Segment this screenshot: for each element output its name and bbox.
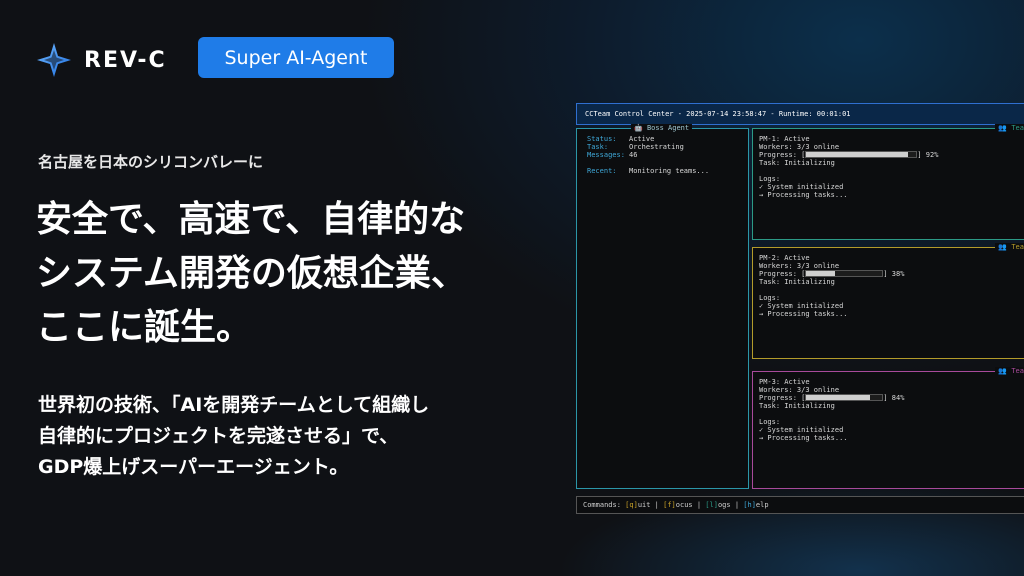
super-ai-agent-badge: Super AI-Agent — [198, 37, 394, 78]
help-text: elp — [755, 501, 769, 509]
team-panel-title: 👥 Tea — [995, 367, 1024, 376]
logs-label: Logs: — [759, 418, 781, 426]
headline-line: システム開発の仮想企業、 — [36, 253, 467, 294]
progress-fill — [806, 395, 871, 400]
focus-text: ocus — [675, 501, 693, 509]
task-status: Task: Initializing — [759, 402, 835, 410]
team-title: Tea — [1011, 124, 1024, 132]
team-panel-title: 👥 Tea — [995, 243, 1024, 252]
team-icon: 👥 — [998, 124, 1008, 132]
quit-key[interactable]: [q] — [625, 501, 638, 509]
progress-label: Progress: [ — [759, 151, 806, 159]
field-value: 46 — [629, 151, 638, 159]
logs-label: Logs: — [759, 175, 781, 183]
star-logo-icon — [37, 43, 71, 77]
robot-icon: 🤖 — [634, 124, 643, 132]
separator: | — [650, 501, 664, 509]
body-line: 世界初の技術、「AIを開発チームとして組織し — [38, 394, 430, 416]
boss-agent-panel-title: 🤖 Boss Agent — [631, 124, 693, 133]
brand-logo[interactable]: REV-C — [36, 42, 167, 78]
logs-text: ogs — [717, 501, 731, 509]
log-line: ✓ System initialized — [759, 426, 844, 434]
team-title: Tea — [1011, 243, 1024, 251]
separator: | — [692, 501, 706, 509]
headline: 安全で、高速で、自律的な システム開発の仮想企業、 ここに誕生。 — [36, 193, 536, 355]
commands-label: Commands: — [583, 501, 621, 509]
tagline: 名古屋を日本のシリコンバレーに — [38, 153, 264, 171]
progress-row: Progress: [ ] 92% — [759, 151, 938, 159]
separator: | — [730, 501, 744, 509]
focus-key[interactable]: [f] — [663, 501, 676, 509]
progress-bar — [805, 270, 884, 277]
log-line: → Processing tasks... — [759, 434, 848, 442]
team-panel-title: 👥 Tea — [995, 124, 1024, 133]
boss-agent-title: Boss Agent — [646, 124, 690, 132]
progress-fill — [806, 152, 908, 157]
progress-text: ] 38% — [883, 270, 905, 278]
workers-status: Workers: 3/3 online — [759, 386, 840, 394]
body-line: GDP爆上げスーパーエージェント。 — [38, 456, 349, 478]
progress-text: ] 92% — [917, 151, 939, 159]
command-bar[interactable]: Commands: [q]uit | [f]ocus | [l]ogs | [h… — [576, 496, 1024, 514]
boss-task-row: Task: Orchestrating — [587, 143, 684, 151]
progress-row: Progress: [ ] 38% — [759, 270, 904, 278]
help-key[interactable]: [h] — [743, 501, 756, 509]
boss-agent-panel[interactable]: 🤖 Boss Agent Status: Active Task: Orchestr… — [576, 124, 749, 489]
log-line: ✓ System initialized — [759, 302, 844, 310]
progress-label: Progress: [ — [759, 270, 806, 278]
logs-key[interactable]: [l] — [705, 501, 718, 509]
field-key: Messages: — [587, 151, 625, 159]
workers-status: Workers: 3/3 online — [759, 143, 840, 151]
logo-text: REV-C — [84, 47, 167, 73]
progress-fill — [806, 271, 836, 276]
workers-status: Workers: 3/3 online — [759, 262, 840, 270]
log-line: → Processing tasks... — [759, 191, 848, 199]
boss-recent-row: Recent: Monitoring teams... — [587, 167, 709, 175]
team-title: Tea — [1011, 367, 1024, 375]
terminal-title-bar: CCTeam Control Center - 2025-07-14 23:58… — [576, 103, 1024, 125]
body-line: 自律的にプロジェクトを完遂させる」で、 — [38, 425, 399, 447]
pm-status: PM-1: Active — [759, 135, 810, 143]
team-icon: 👥 — [998, 243, 1008, 251]
field-value: Active — [629, 135, 655, 143]
progress-row: Progress: [ ] 84% — [759, 394, 904, 402]
field-value: Monitoring teams... — [629, 167, 710, 175]
body-copy: 世界初の技術、「AIを開発チームとして組織し 自律的にプロジェクトを完遂させる」… — [38, 390, 508, 483]
headline-line: 安全で、高速で、自律的な — [36, 199, 466, 240]
task-status: Task: Initializing — [759, 159, 835, 167]
headline-line: ここに誕生。 — [36, 307, 253, 348]
boss-status-row: Status: Active — [587, 135, 654, 143]
team-panel-1[interactable]: 👥 Tea PM-1: Active Workers: 3/3 online P… — [752, 124, 1024, 240]
field-key: Status: — [587, 135, 617, 143]
pm-status: PM-2: Active — [759, 254, 810, 262]
boss-messages-row: Messages: 46 — [587, 151, 637, 159]
team-panel-2[interactable]: 👥 Tea PM-2: Active Workers: 3/3 online P… — [752, 243, 1024, 359]
team-panel-3[interactable]: 👥 Tea PM-3: Active Workers: 3/3 online P… — [752, 367, 1024, 489]
progress-bar — [805, 394, 884, 401]
team-icon: 👥 — [998, 367, 1008, 375]
progress-label: Progress: [ — [759, 394, 806, 402]
field-key: Recent: — [587, 167, 617, 175]
field-value: Orchestrating — [629, 143, 684, 151]
task-status: Task: Initializing — [759, 278, 835, 286]
log-line: → Processing tasks... — [759, 310, 848, 318]
field-key: Task: — [587, 143, 609, 151]
pm-status: PM-3: Active — [759, 378, 810, 386]
logs-label: Logs: — [759, 294, 781, 302]
progress-bar — [805, 151, 918, 158]
progress-text: ] 84% — [883, 394, 905, 402]
quit-text: uit — [637, 501, 651, 509]
log-line: ✓ System initialized — [759, 183, 844, 191]
